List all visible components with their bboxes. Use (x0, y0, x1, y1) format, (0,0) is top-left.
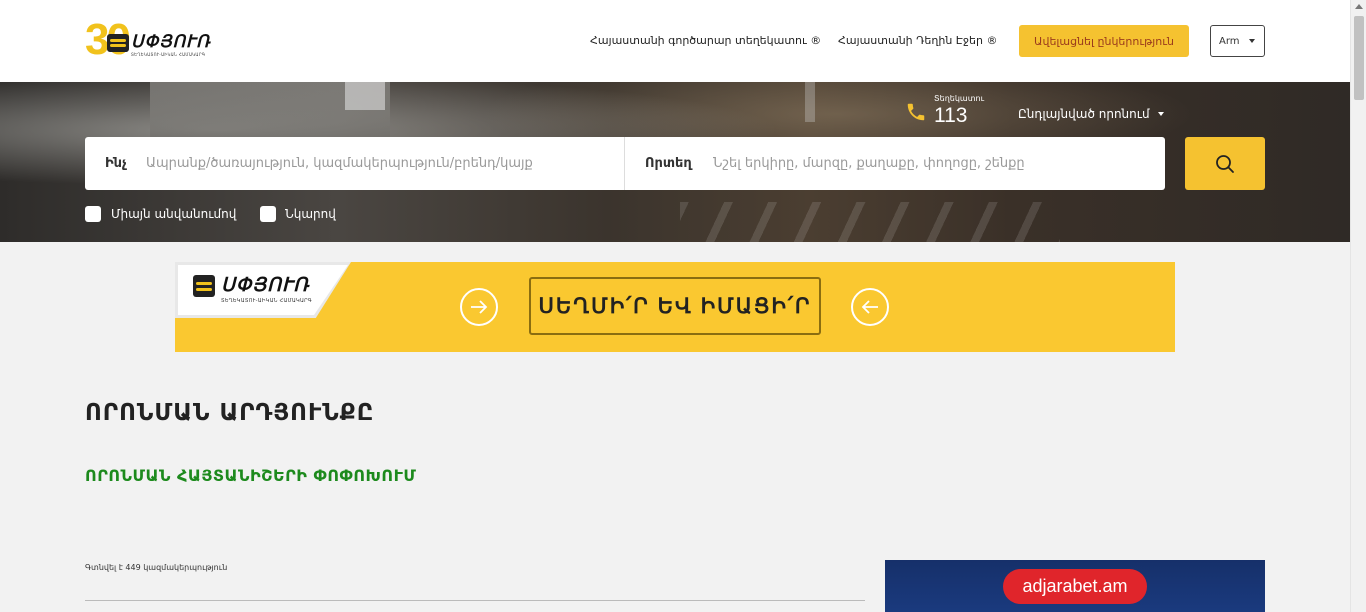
checkbox-name-only-label[interactable]: Միայն անվանումով (111, 207, 236, 221)
ad-logo: adjarabet.am (1003, 569, 1147, 604)
banner-tagline: ՏԵՂԵԿԱՏՈՒ-ԱԻԿԱՆ ՀԱՄԱԿԱՐԳ (221, 298, 312, 304)
search-where-label: Որտեղ (645, 156, 692, 171)
add-company-button[interactable]: Ավելացնել ընկերություն (1019, 25, 1189, 57)
phone-icon (907, 103, 925, 121)
site-header: 30 ՍՓՅՈՒՌ ՏԵՂԵԿԱՏՈՒ-ԱԻԿԱՆ ՀԱՄԱԿԱՐԳ Հայաս… (0, 0, 1350, 82)
nav-link-business-directory[interactable]: Հայաստանի գործարար տեղեկատու ® (590, 34, 821, 47)
logo-brand: ՍՓՅՈՒՌ (131, 32, 211, 51)
search-button[interactable] (1185, 137, 1265, 190)
banner-cta[interactable]: ՍԵՂՄԻ՛Ր ԵՎ ԻՄԱՑԻ՛Ր (529, 277, 821, 335)
hero-photo-monitor (345, 82, 385, 110)
logo-mark-icon (107, 34, 129, 52)
search-box: Ինչ Որտեղ (85, 137, 1165, 190)
nav-link-yellow-pages[interactable]: Հայաստանի Դեղին Էջեր ® (838, 34, 997, 47)
checkbox-with-image-label[interactable]: Նկարով (285, 207, 336, 221)
checkbox-name-only[interactable] (85, 206, 101, 222)
search-divider (624, 137, 625, 190)
site-logo[interactable]: 30 ՍՓՅՈՒՌ ՏԵՂԵԿԱՏՈՒ-ԱԻԿԱՆ ՀԱՄԱԿԱՐԳ (85, 18, 210, 62)
scroll-up-icon[interactable] (1355, 4, 1363, 9)
checkbox-with-image[interactable] (260, 206, 276, 222)
search-where-input[interactable] (713, 151, 1153, 176)
info-service-label: Տեղեկատու (934, 94, 985, 103)
logo-tagline: ՏԵՂԵԿԱՏՈՒ-ԱԻԿԱՆ ՀԱՄԱԿԱՐԳ (131, 52, 206, 57)
page-title: ՈՐՈՆՄԱՆ ԱՐԴՅՈՒՆՔԸ (85, 400, 375, 426)
search-icon (1216, 155, 1234, 173)
promo-banner[interactable]: ՍՓՅՈՒՌ ՏԵՂԵԿԱՏՈՒ-ԱԻԿԱՆ ՀԱՄԱԿԱՐԳ ՍԵՂՄԻ՛Ր … (175, 262, 1175, 352)
language-value: Arm (1219, 35, 1240, 47)
banner-logo-mark-icon (193, 275, 215, 297)
arrow-left-icon (851, 288, 889, 326)
search-what-label: Ինչ (105, 156, 127, 171)
chevron-down-icon (1249, 39, 1255, 43)
search-what-input[interactable] (146, 151, 606, 176)
hero-photo-lamp (805, 82, 815, 122)
results-count: Գտնվել է 449 կազմակերպություն (85, 563, 228, 572)
advanced-search-toggle[interactable]: Ընդլայնված որոնում (1018, 107, 1150, 121)
page-scrollbar[interactable] (1350, 0, 1366, 612)
chevron-down-icon (1158, 112, 1164, 116)
hero-photo-furniture (680, 202, 1060, 242)
info-service-number[interactable]: 113 (934, 104, 967, 128)
arrow-right-icon (460, 288, 498, 326)
banner-brand: ՍՓՅՈՒՌ (221, 275, 310, 296)
divider (85, 600, 865, 601)
change-search-criteria-link[interactable]: ՈՐՈՆՄԱՆ ՀԱՅՏԱՆԻՇԵՐԻ ՓՈՓՈԽՈՒՄ (85, 466, 416, 485)
sidebar-advertisement[interactable]: adjarabet.am (885, 560, 1265, 612)
language-select[interactable]: Arm (1210, 25, 1265, 57)
scrollbar-thumb[interactable] (1354, 16, 1364, 100)
